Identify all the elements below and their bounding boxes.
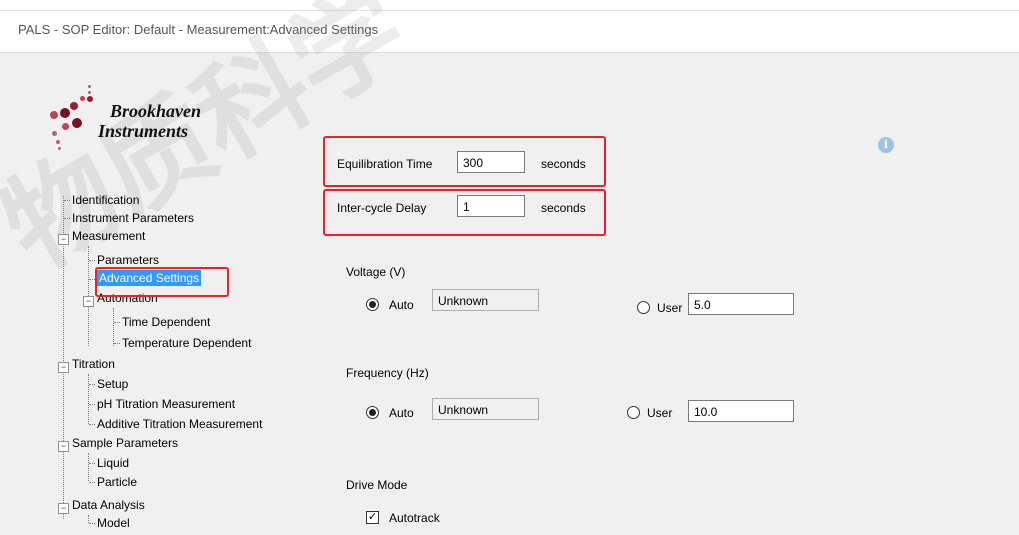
tree-item-sample-parameters[interactable]: Sample Parameters	[72, 436, 178, 450]
voltage-user-label: User	[657, 301, 683, 315]
tree-collapse-measurement[interactable]: −	[58, 234, 69, 245]
equilibration-time-input[interactable]: 300	[457, 151, 525, 173]
tree-item-particle[interactable]: Particle	[97, 475, 137, 489]
frequency-auto-label: Auto	[389, 406, 414, 420]
title-bar: PALS - SOP Editor: Default - Measurement…	[0, 0, 1019, 53]
tree-guide-sample	[88, 453, 89, 481]
tree-item-parameters[interactable]: Parameters	[97, 253, 159, 267]
frequency-auto-radio[interactable]	[366, 406, 379, 419]
voltage-auto-label: Auto	[389, 298, 414, 312]
tree-collapse-data-analysis[interactable]: −	[58, 503, 69, 514]
tree-item-setup[interactable]: Setup	[97, 377, 128, 391]
frequency-user-label: User	[647, 406, 673, 420]
tree-item-ph-titration[interactable]: pH Titration Measurement	[97, 397, 235, 411]
tree-item-liquid[interactable]: Liquid	[97, 456, 129, 470]
tree-item-data-analysis[interactable]: Data Analysis	[72, 498, 145, 512]
brookhaven-logo: Brookhaven Instruments	[50, 85, 250, 155]
tree-item-model[interactable]: Model	[97, 516, 130, 530]
tree-collapse-sample-parameters[interactable]: −	[58, 441, 69, 452]
tree-item-measurement[interactable]: Measurement	[72, 229, 145, 243]
equilibration-time-unit: seconds	[541, 157, 586, 171]
tree-guide-titration	[88, 374, 89, 424]
logo-text-line2: Instruments	[98, 121, 189, 141]
tree-guide-analysis	[88, 515, 89, 523]
intercycle-delay-unit: seconds	[541, 201, 586, 215]
tree-item-identification[interactable]: Identification	[72, 193, 139, 207]
voltage-user-input[interactable]: 5.0	[688, 293, 794, 315]
voltage-section-title: Voltage (V)	[346, 265, 406, 279]
tree-item-time-dependent[interactable]: Time Dependent	[122, 315, 210, 329]
voltage-user-radio[interactable]	[637, 301, 650, 314]
info-icon[interactable]: i	[878, 137, 894, 153]
autotrack-checkbox[interactable]: ✓	[366, 511, 379, 524]
equilibration-time-label: Equilibration Time	[337, 157, 433, 171]
frequency-auto-value: Unknown	[432, 398, 539, 420]
logo-text-line1: Brookhaven	[110, 101, 202, 121]
tree-item-temperature-dependent[interactable]: Temperature Dependent	[122, 336, 251, 350]
tree-guide-automation	[113, 308, 114, 346]
intercycle-delay-input[interactable]: 1	[457, 195, 525, 217]
voltage-auto-value: Unknown	[432, 289, 539, 311]
settings-tree: Identification Instrument Parameters − M…	[58, 188, 318, 535]
autotrack-label: Autotrack	[389, 511, 440, 525]
voltage-auto-radio[interactable]	[366, 298, 379, 311]
intercycle-delay-label: Inter-cycle Delay	[337, 201, 427, 215]
window-title: PALS - SOP Editor: Default - Measurement…	[18, 22, 379, 37]
tree-collapse-automation[interactable]: −	[83, 296, 94, 307]
frequency-section-title: Frequency (Hz)	[346, 366, 429, 380]
top-divider	[0, 10, 1019, 11]
frequency-user-radio[interactable]	[627, 406, 640, 419]
sop-editor-window: PALS - SOP Editor: Default - Measurement…	[0, 0, 1019, 535]
drive-mode-section-title: Drive Mode	[346, 478, 408, 492]
frequency-user-input[interactable]: 10.0	[688, 400, 794, 422]
tree-item-additive-titration[interactable]: Additive Titration Measurement	[97, 417, 262, 431]
tree-item-titration[interactable]: Titration	[72, 357, 115, 371]
tree-item-instrument-parameters[interactable]: Instrument Parameters	[72, 211, 194, 225]
highlight-advanced-settings	[95, 267, 229, 297]
tree-collapse-titration[interactable]: −	[58, 362, 69, 373]
